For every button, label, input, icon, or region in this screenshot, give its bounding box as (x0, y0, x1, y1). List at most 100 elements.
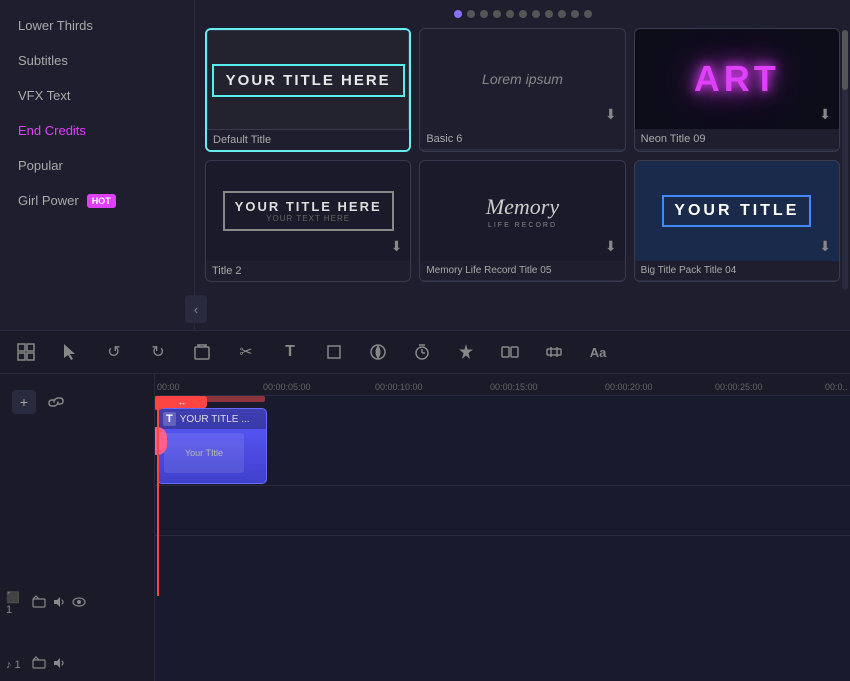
sidebar-item-end-credits[interactable]: End Credits (0, 113, 194, 148)
template-card-memory[interactable]: Memory LIFE RECORD ⬇ Memory Life Record … (419, 160, 625, 282)
title-clip-name: YOUR TITLE ... (180, 414, 250, 425)
template-thumb-bigtitle: YOUR TITLE ⬇ (635, 161, 839, 261)
link-button[interactable] (44, 390, 68, 414)
track-controls: ⬛ 1 ♪ 1 (6, 531, 148, 673)
ruler-mark-1: 00:00:05:00 (263, 382, 311, 392)
chevron-left-icon: ‹ (194, 302, 198, 317)
dot-3[interactable] (493, 10, 501, 18)
template-label-basic6: Basic 6 (420, 129, 624, 149)
template-label-bigtitle04: Big Title Pack Title 04 (635, 261, 839, 280)
pagination-dots (205, 10, 840, 18)
tool-audio-mix[interactable] (540, 338, 568, 366)
playhead-time: ↔ (178, 397, 187, 407)
add-track-button[interactable]: + (12, 390, 36, 414)
title-clip[interactable]: T YOUR TITLE ... Your TItle (157, 408, 267, 484)
tool-captions[interactable]: Aa (584, 338, 612, 366)
sidebar-item-girl-power[interactable]: Girl Power HOT (0, 183, 194, 218)
dot-1[interactable] (467, 10, 475, 18)
dot-2[interactable] (480, 10, 488, 18)
ruler-mark-3: 00:00:15:00 (490, 382, 538, 392)
ruler-mark-2: 00:00:10:00 (375, 382, 423, 392)
dot-7[interactable] (545, 10, 553, 18)
title2-subtext: YOUR TEXT HERE (235, 214, 382, 223)
tool-timer[interactable] (408, 338, 436, 366)
tracks-area: T YOUR TITLE ... Your TItle (155, 396, 850, 536)
template-card-basic6[interactable]: Lorem ipsum ⬇ Basic 6 (419, 28, 625, 152)
template-card-bigtitle04[interactable]: YOUR TITLE ⬇ Big Title Pack Title 04 (634, 160, 840, 282)
tool-undo[interactable]: ↺ (100, 338, 128, 366)
folder-icon-audio[interactable] (32, 656, 46, 673)
download-icon-title2: ⬇ (391, 238, 403, 255)
audio-track-number: ♪ 1 (6, 659, 26, 671)
template-thumb-basic6: Lorem ipsum ⬇ (420, 29, 624, 129)
dot-10[interactable] (584, 10, 592, 18)
audio-track-control: ♪ 1 (6, 656, 148, 673)
timeline-wrapper: + ⬛ 1 ♪ 1 (0, 374, 850, 681)
template-label-title2: Title 2 (206, 261, 410, 281)
tool-fx[interactable] (452, 338, 480, 366)
default-title-text: YOUR TITLE HERE (212, 64, 405, 97)
video-track: T YOUR TITLE ... Your TItle (155, 396, 850, 486)
volume-icon-video[interactable] (52, 595, 66, 612)
plus-icon: + (20, 394, 28, 410)
title-clip-header: T YOUR TITLE ... (158, 409, 266, 429)
top-left-controls: + (6, 382, 148, 418)
tool-color[interactable] (364, 338, 392, 366)
ruler-mark-0: 00:00 (157, 382, 180, 392)
folder-icon-video[interactable] (32, 595, 46, 612)
video-track-number: ⬛ 1 (6, 591, 26, 616)
playhead-arrow[interactable]: ↔ (157, 396, 207, 408)
dot-4[interactable] (506, 10, 514, 18)
timeline-main: 00:00 00:00:05:00 00:00:10:00 00:00:15:0… (155, 374, 850, 681)
basic6-text: Lorem ipsum (482, 71, 563, 87)
sidebar-item-lower-thirds[interactable]: Lower Thirds (0, 8, 194, 43)
scrollbar-thumb[interactable] (842, 30, 848, 90)
sidebar-toggle-button[interactable]: ‹ (185, 295, 207, 323)
tool-text[interactable]: T (276, 338, 304, 366)
top-section: Lower Thirds Subtitles VFX Text End Cred… (0, 0, 850, 330)
sidebar-item-subtitles[interactable]: Subtitles (0, 43, 194, 78)
sidebar: Lower Thirds Subtitles VFX Text End Cred… (0, 0, 195, 330)
tool-group[interactable] (12, 338, 40, 366)
template-thumb-default: YOUR TITLE HERE (207, 30, 409, 130)
template-thumb-neon: ART ⬇ (635, 29, 839, 129)
eye-icon-video[interactable] (72, 595, 86, 612)
bigtitle-text: YOUR TITLE (662, 195, 811, 227)
sidebar-item-popular[interactable]: Popular (0, 148, 194, 183)
template-card-default-title[interactable]: YOUR TITLE HERE Default Title (205, 28, 411, 152)
template-thumb-memory: Memory LIFE RECORD ⬇ (420, 161, 624, 261)
dot-0[interactable] (454, 10, 462, 18)
memory-subtext: LIFE RECORD (488, 222, 557, 229)
dot-9[interactable] (571, 10, 579, 18)
video-track-control: ⬛ 1 (6, 591, 148, 616)
template-label-neon09: Neon Title 09 (635, 129, 839, 149)
sidebar-item-vfx-text[interactable]: VFX Text (0, 78, 194, 113)
template-grid-area: YOUR TITLE HERE Default Title Lorem ipsu… (195, 0, 850, 330)
tool-redo[interactable]: ↻ (144, 338, 172, 366)
ruler-mark-5: 00:00:25:00 (715, 382, 763, 392)
volume-icon-audio[interactable] (52, 656, 66, 673)
download-icon-neon: ⬇ (819, 106, 831, 123)
template-card-title2[interactable]: YOUR TITLE HERE YOUR TEXT HERE ⬇ Title 2 (205, 160, 411, 282)
template-label-memory: Memory Life Record Title 05 (420, 261, 624, 280)
title-type-badge: T (163, 412, 176, 426)
memory-text: Memory (486, 194, 559, 220)
template-card-neon09[interactable]: ART ⬇ Neon Title 09 (634, 28, 840, 152)
dot-8[interactable] (558, 10, 566, 18)
dot-5[interactable] (519, 10, 527, 18)
dot-6[interactable] (532, 10, 540, 18)
toolbar: ↺ ↻ ✂ T Aa (0, 330, 850, 374)
tool-split[interactable] (496, 338, 524, 366)
title-clip-preview: Your TItle (158, 429, 266, 477)
template-grid: YOUR TITLE HERE Default Title Lorem ipsu… (205, 28, 840, 282)
template-thumb-title2: YOUR TITLE HERE YOUR TEXT HERE ⬇ (206, 161, 410, 261)
neon-title-text: ART (694, 58, 780, 100)
scrollbar[interactable] (842, 30, 848, 290)
download-icon-bigtitle: ⬇ (819, 238, 831, 255)
tool-cut[interactable]: ✂ (232, 338, 260, 366)
timeline-left-panel: + ⬛ 1 ♪ 1 (0, 374, 155, 681)
tool-crop[interactable] (320, 338, 348, 366)
title2-text: YOUR TITLE HERE (235, 199, 382, 214)
tool-select[interactable] (56, 338, 84, 366)
tool-delete[interactable] (188, 338, 216, 366)
